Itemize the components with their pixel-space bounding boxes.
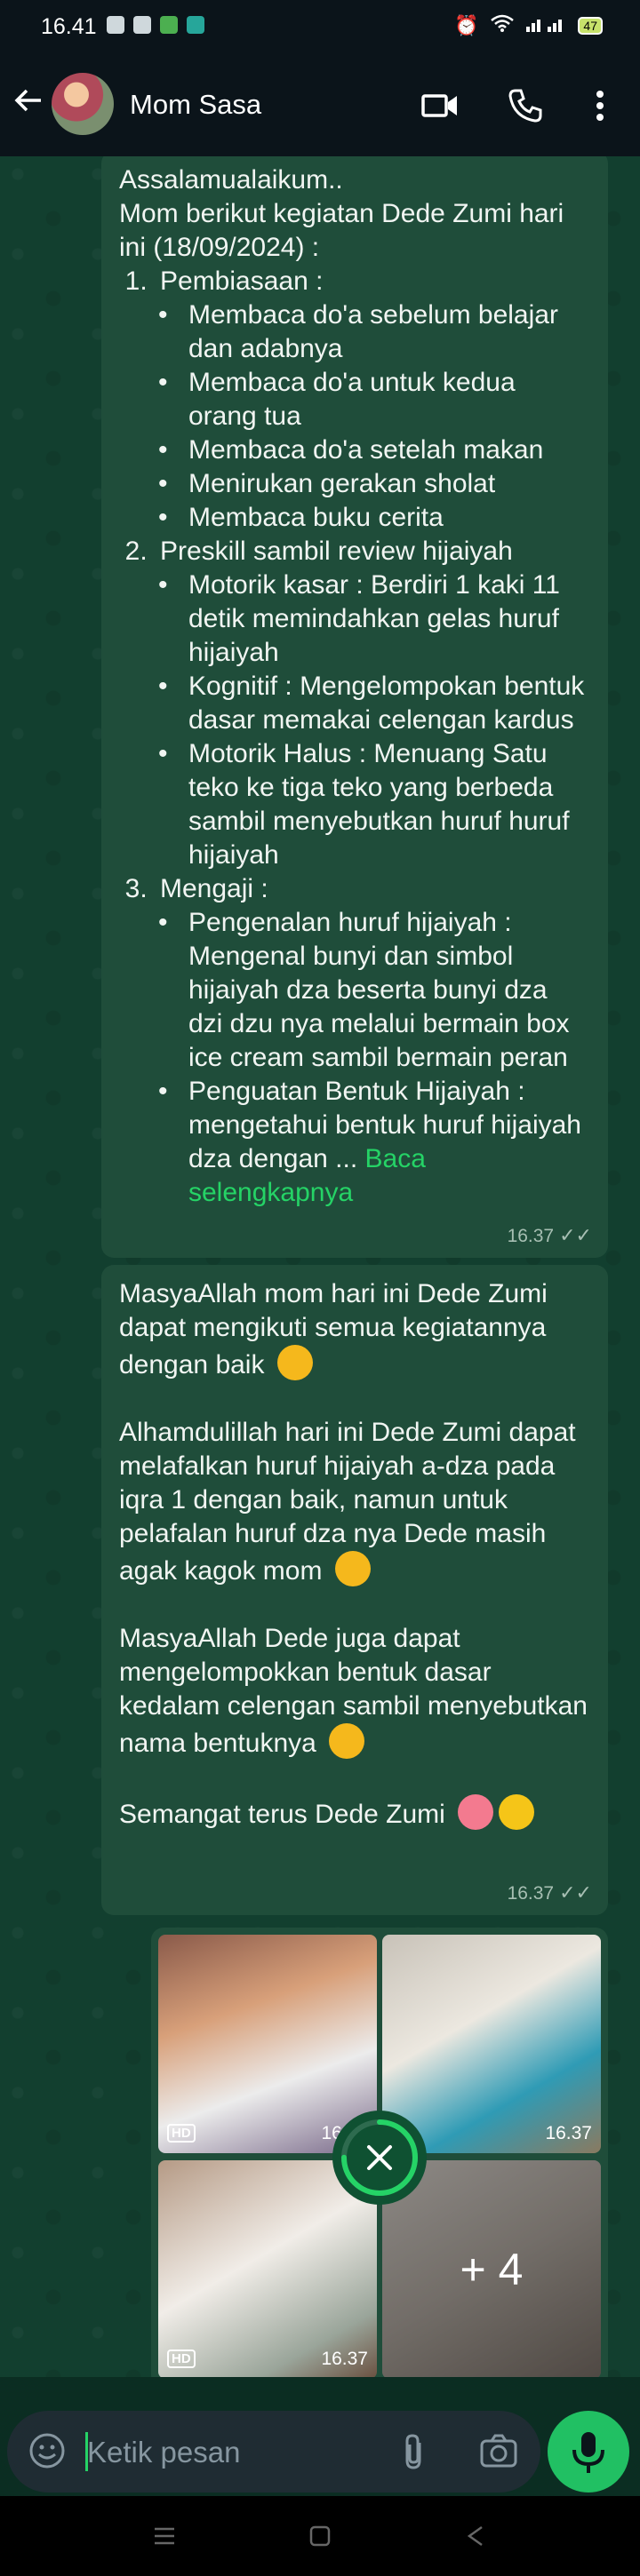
- video-call-icon[interactable]: [418, 83, 462, 128]
- battery-icon: 47: [578, 17, 603, 35]
- smiling-face-icon: [334, 1551, 371, 1586]
- list-item: Membaca buku cerita: [158, 501, 588, 535]
- greeting-text: Assalamualaikum..: [119, 165, 343, 195]
- list-item: Motorik kasar : Berdiri 1 kaki 11 detik …: [158, 568, 588, 670]
- media-time: 16.37: [321, 2349, 368, 2369]
- list-item: Membaca do'a setelah makan: [158, 433, 588, 467]
- message-input[interactable]: Ketik pesan: [7, 2411, 540, 2493]
- chat-header: Mom Sasa: [0, 55, 640, 156]
- cancel-upload-button[interactable]: [332, 2111, 427, 2205]
- message-bubble-reply[interactable]: MasyaAllah mom hari ini Dede Zumi dapat …: [101, 1265, 608, 1915]
- list-item: Membaca do'a sebelum belajar dan adabnya: [158, 298, 588, 366]
- message-placeholder: Ketik pesan: [87, 2436, 241, 2469]
- smiling-face-icon: [329, 1723, 365, 1759]
- message-bubble-incoming[interactable]: Assalamualaikum.. Mom berikut kegiatan D…: [101, 156, 608, 1258]
- notification-icon: [107, 16, 124, 34]
- contact-name[interactable]: Mom Sasa: [130, 89, 261, 121]
- list-item: Membaca do'a untuk kedua orang tua: [158, 366, 588, 433]
- list-item: Mengaji : Pengenalan huruf hijaiyah : Me…: [155, 872, 588, 1210]
- alarm-icon: ⏰: [454, 14, 479, 36]
- hd-badge: HD: [167, 2124, 196, 2143]
- message-time: 16.37: [507, 1883, 555, 1904]
- notification-icon: [160, 16, 178, 34]
- status-icons: ⏰ 47: [454, 14, 603, 37]
- list-item: Preskill sambil review hijaiyah Motorik …: [155, 535, 588, 872]
- message-time: 16.37: [507, 1226, 555, 1246]
- list-item: Menirukan gerakan sholat: [158, 467, 588, 501]
- hd-badge: HD: [167, 2349, 196, 2368]
- notification-icon: [133, 16, 151, 34]
- wifi-icon: [491, 14, 515, 37]
- notification-icon: [187, 16, 204, 34]
- media-time: 16.37: [545, 2123, 592, 2143]
- back-nav-icon[interactable]: [462, 2523, 489, 2554]
- signal-icon: [526, 14, 565, 37]
- activity-list: Pembiasaan : Membaca do'a sebelum belaja…: [119, 265, 588, 1210]
- home-nav-icon[interactable]: [307, 2523, 333, 2554]
- double-check-icon: ✓✓: [559, 1881, 592, 1904]
- system-nav-bar: [0, 2496, 640, 2576]
- smiling-face-with-hearts-icon: [458, 1794, 494, 1830]
- message-meta: 16.37 ✓✓: [508, 1881, 592, 1904]
- notification-icons: [107, 16, 204, 34]
- list-item: Pengenalan huruf hijaiyah : Mengenal bun…: [158, 906, 588, 1075]
- reply-paragraph: Alhamdulillah hari ini Dede Zumi dapat m…: [119, 1418, 576, 1586]
- back-arrow-icon[interactable]: [12, 84, 44, 124]
- message-text: MasyaAllah mom hari ini Dede Zumi dapat …: [119, 1277, 588, 1832]
- mic-button[interactable]: [548, 2411, 629, 2493]
- attach-icon[interactable]: [396, 2432, 432, 2477]
- list-item: Kognitif : Mengelompokan bentuk dasar me…: [158, 670, 588, 737]
- list-item: Pembiasaan : Membaca do'a sebelum belaja…: [155, 265, 588, 535]
- double-check-icon: ✓✓: [559, 1224, 592, 1246]
- hugging-face-icon: [499, 1794, 535, 1830]
- recents-nav-icon[interactable]: [151, 2523, 178, 2554]
- close-icon: [367, 2145, 392, 2170]
- status-bar: 16.41 ⏰ 47: [0, 0, 640, 55]
- status-time: 16.41: [41, 14, 97, 39]
- media-album[interactable]: HD 16.37 16.37 HD 16.37 + 4: [151, 1928, 608, 2377]
- chat-area[interactable]: Assalamualaikum.. Mom berikut kegiatan D…: [0, 156, 640, 2377]
- more-options-icon[interactable]: [578, 83, 622, 128]
- intro-text: Mom berikut kegiatan Dede Zumi hari ini …: [119, 199, 564, 262]
- reply-paragraph: MasyaAllah mom hari ini Dede Zumi dapat …: [119, 1279, 548, 1380]
- list-item: Motorik Halus : Menuang Satu teko ke tig…: [158, 737, 588, 872]
- reply-paragraph: Semangat terus Dede Zumi: [119, 1794, 588, 1832]
- avatar[interactable]: [52, 73, 114, 135]
- message-text: Assalamualaikum.. Mom berikut kegiatan D…: [119, 163, 588, 1210]
- voice-call-icon[interactable]: [503, 83, 548, 128]
- message-meta: 16.37 ✓✓: [508, 1224, 592, 1247]
- emoji-icon[interactable]: [27, 2430, 68, 2476]
- camera-icon[interactable]: [478, 2432, 519, 2476]
- reply-paragraph: MasyaAllah Dede juga dapat mengelompokka…: [119, 1624, 588, 1759]
- mic-icon: [572, 2432, 604, 2473]
- smiling-face-icon: [276, 1345, 313, 1380]
- composer: Ketik pesan: [0, 2377, 640, 2496]
- list-item: Penguatan Bentuk Hijaiyah : mengetahui b…: [158, 1075, 588, 1210]
